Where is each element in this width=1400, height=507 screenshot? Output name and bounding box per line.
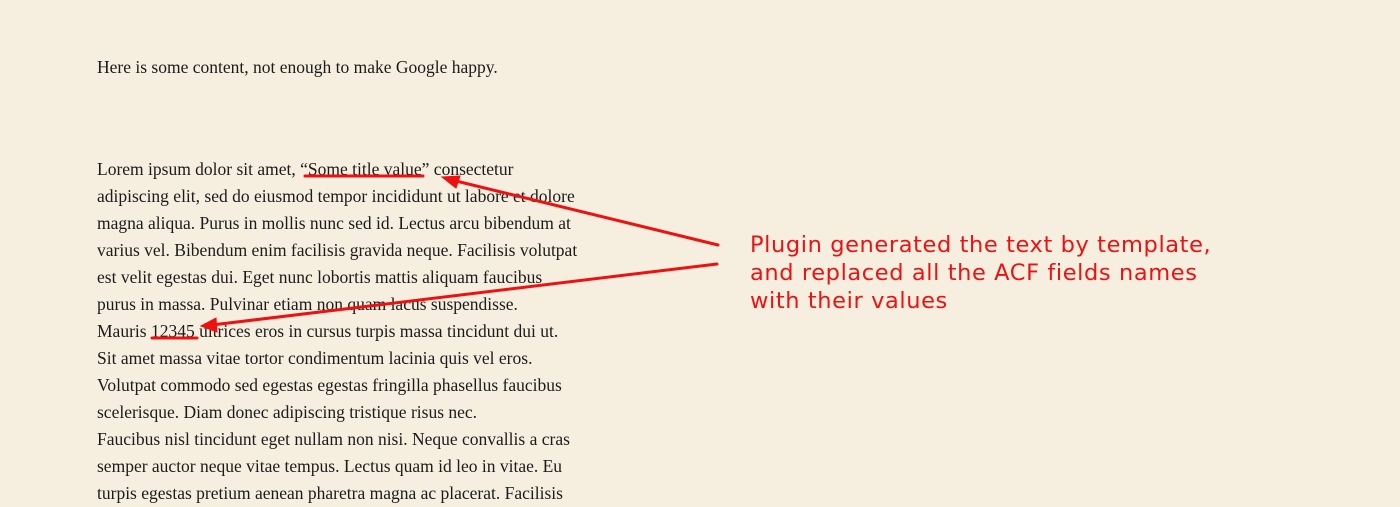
content-line: turpis egestas pretium aenean pharetra m…: [97, 483, 563, 503]
annotation-line: and replaced all the ACF fields names: [750, 260, 1198, 286]
intro-paragraph: Here is some content, not enough to make…: [97, 57, 498, 77]
generated-content: Lorem ipsum dolor sit amet, “Some title …: [97, 156, 617, 507]
content-line: varius vel. Bibendum enim facilisis grav…: [97, 240, 578, 260]
content-line: Mauris 12345 ultrices eros in cursus tur…: [97, 321, 559, 341]
content-line: Sit amet massa vitae tortor condimentum …: [97, 348, 533, 368]
content-line: magna aliqua. Purus in mollis nunc sed i…: [97, 213, 571, 233]
annotation-line: with their values: [750, 288, 948, 314]
content-line: semper auctor neque vitae tempus. Lectus…: [97, 456, 563, 476]
annotation-line: Plugin generated the text by template,: [750, 232, 1212, 258]
content-line: adipiscing elit, sed do eiusmod tempor i…: [97, 186, 575, 206]
content-line: scelerisque. Diam donec adipiscing trist…: [97, 402, 478, 422]
content-line: Volutpat commodo sed egestas egestas fri…: [97, 375, 562, 395]
content-line: est velit egestas dui. Eget nunc loborti…: [97, 267, 543, 287]
content-line: Lorem ipsum dolor sit amet, “Some title …: [97, 159, 514, 179]
content-line: purus in massa. Pulvinar etiam non quam …: [97, 294, 518, 314]
annotation-callout: Plugin generated the text by template, a…: [750, 231, 1211, 315]
content-line: Faucibus nisl tincidunt eget nullam non …: [97, 429, 570, 449]
